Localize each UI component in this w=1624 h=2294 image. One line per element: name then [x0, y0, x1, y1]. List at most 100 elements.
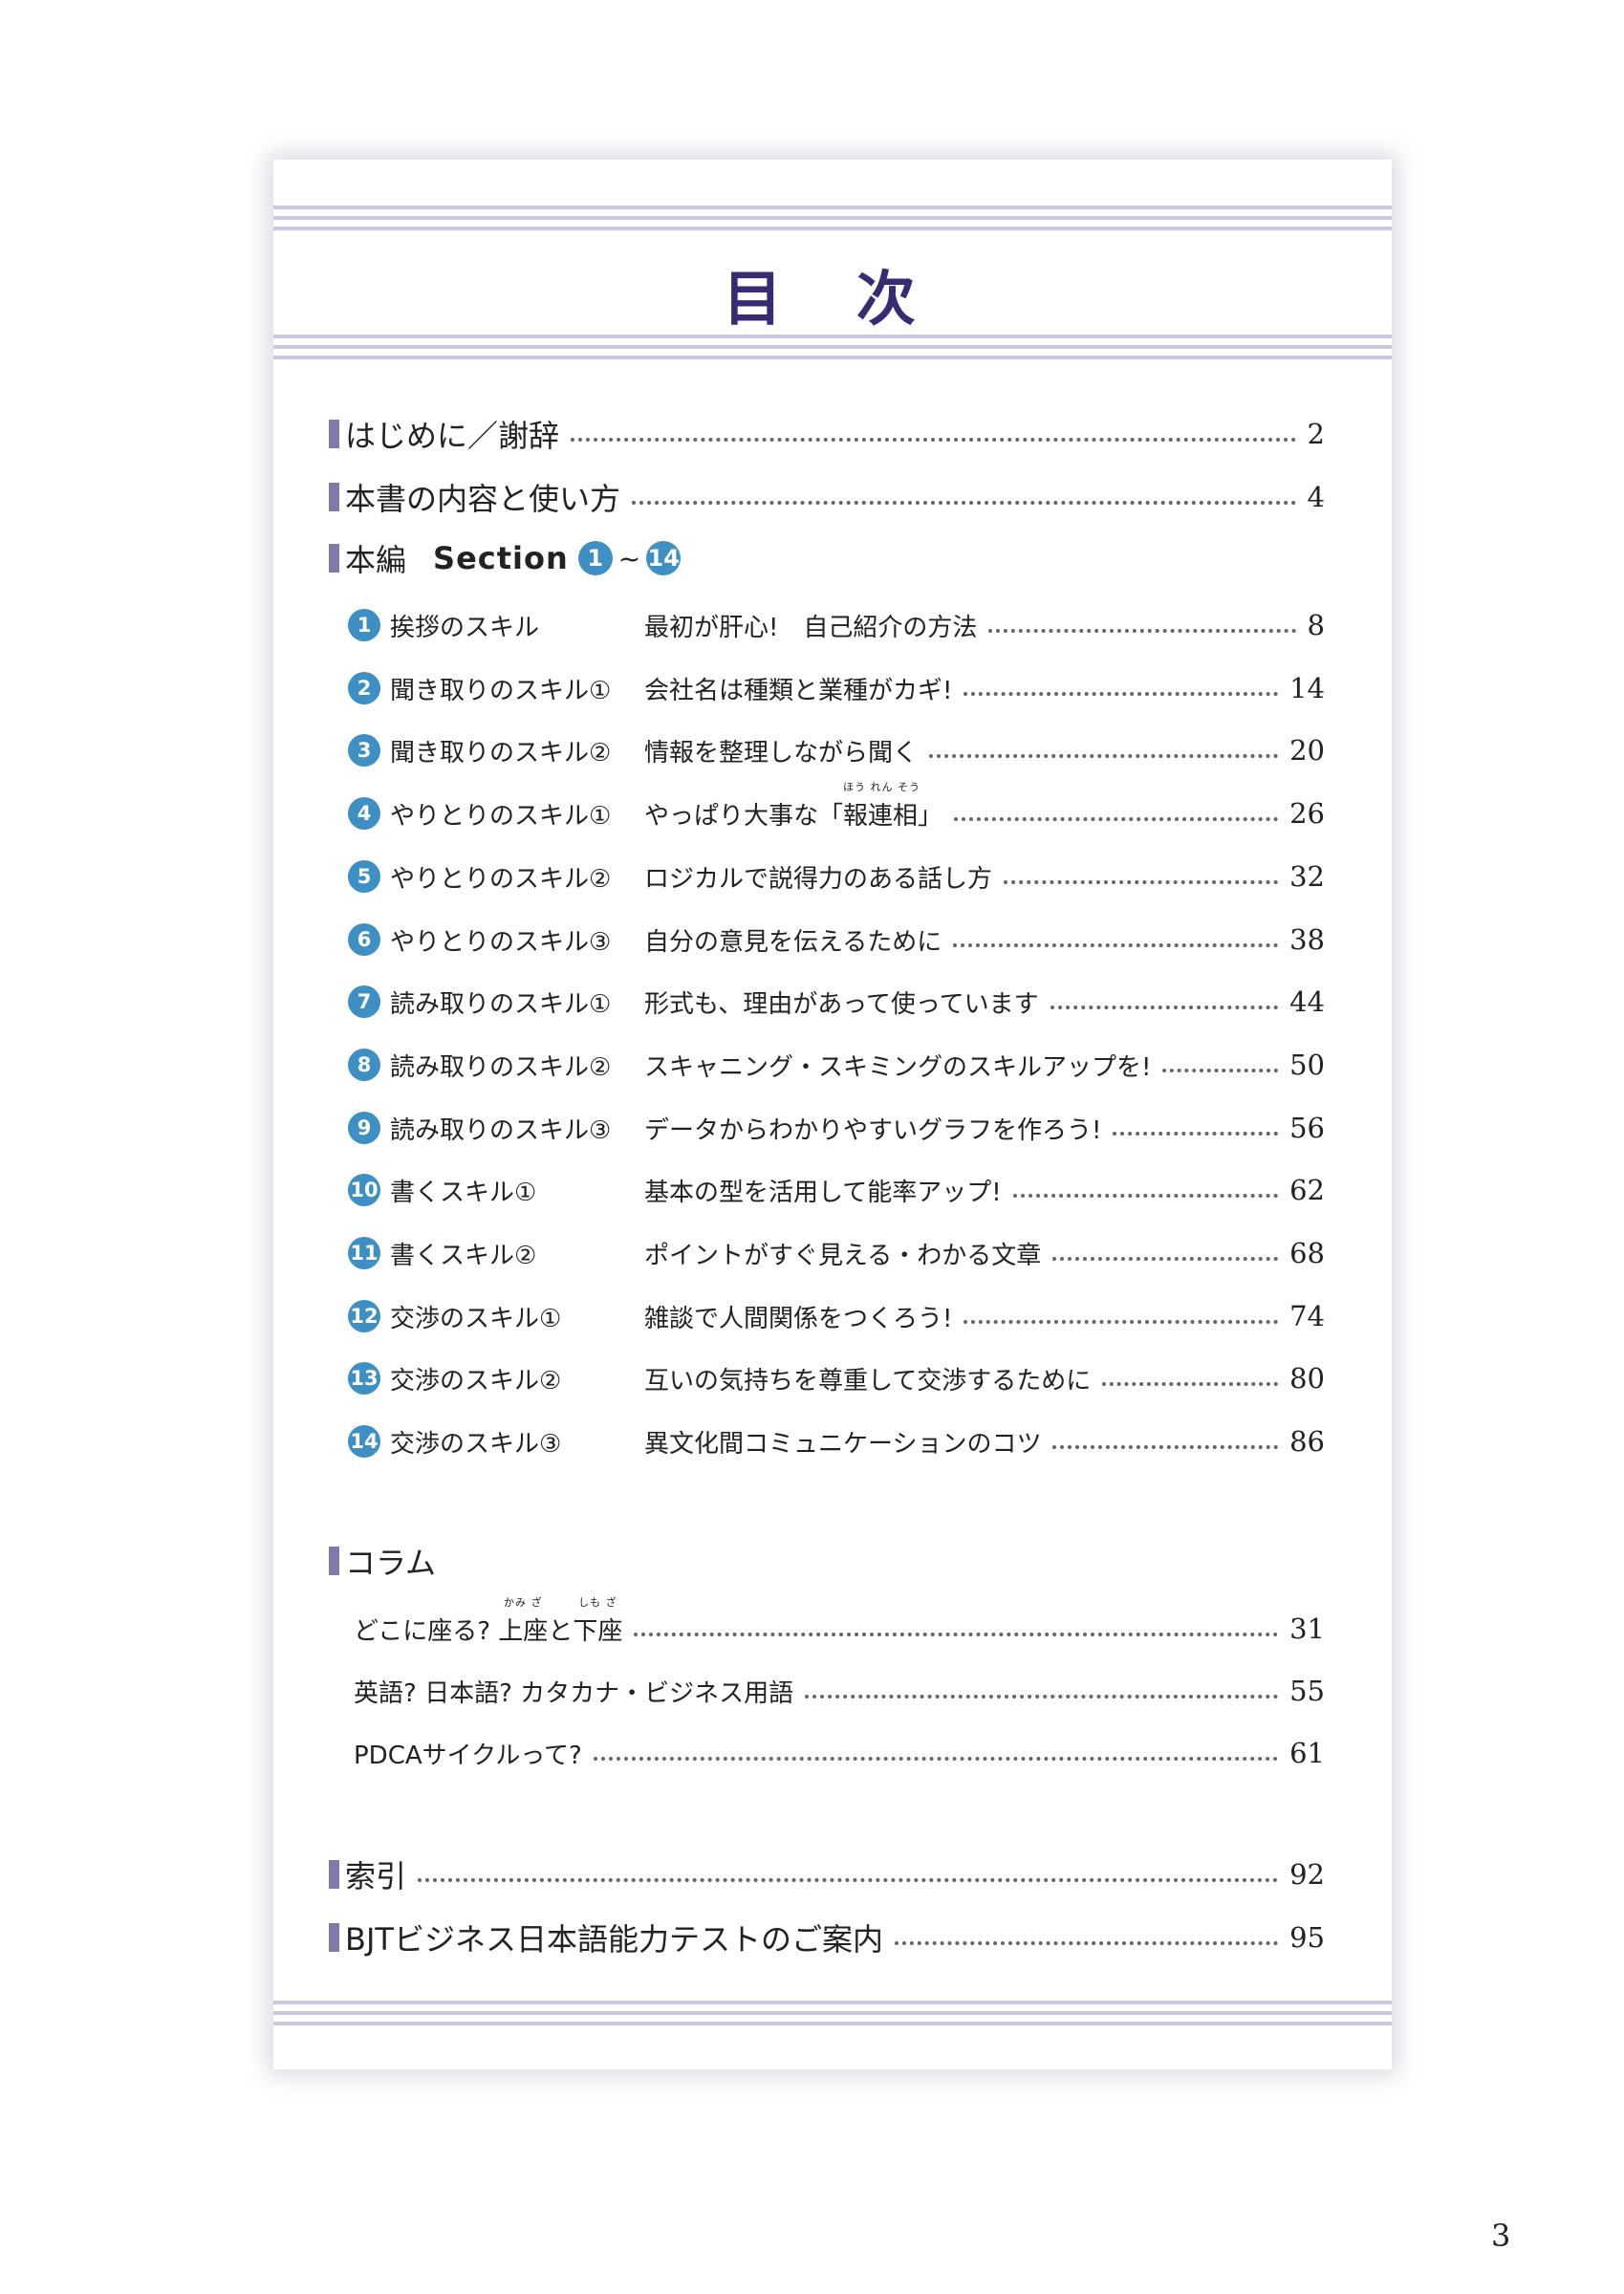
leader-dots	[954, 817, 1279, 821]
leader-dots	[571, 438, 1296, 442]
number-badge-icon: 4	[348, 797, 380, 830]
leader-dots	[634, 1633, 1279, 1636]
section-description: 情報を整理しながら聞く	[644, 738, 919, 768]
toc-section-heading: 本編 Section 1 ~ 14	[329, 535, 1325, 581]
top-divider-lines	[273, 206, 1392, 230]
leader-dots	[1102, 1382, 1279, 1386]
section-skill: やりとりのスキル③	[390, 927, 612, 957]
entry-bar-marker	[329, 544, 339, 573]
section-page: 50	[1289, 1049, 1325, 1081]
section-description: 互いの気持ちを尊重して交渉するために	[644, 1366, 1092, 1396]
column-label: どこに座る? かみ ざ上座と しも ざ下座	[354, 1596, 623, 1647]
leader-dots	[632, 501, 1296, 505]
ruby-reading: かみ ざ	[504, 1595, 543, 1609]
section-description: データからわかりやすいグラフを作ろう!	[644, 1115, 1102, 1145]
section-skill: 聞き取りのスキル①	[390, 676, 612, 705]
leader-dots	[1004, 880, 1279, 884]
entry-page: 95	[1289, 1921, 1325, 1954]
toc-entry-bjt-guide[interactable]: BJTビジネス日本語能力テストのご案内 95	[329, 1915, 1325, 1960]
title-divider-lines	[273, 335, 1392, 359]
number-badge-icon: 13	[348, 1362, 380, 1395]
leader-dots	[805, 1695, 1279, 1699]
number-badge-icon: 2	[348, 672, 380, 704]
number-badge-icon: 11	[348, 1237, 380, 1269]
toc-entry-intro[interactable]: はじめに／謝辞 2	[329, 411, 1325, 457]
entry-label: はじめに／謝辞	[345, 418, 560, 454]
leader-dots	[1052, 1257, 1279, 1261]
section-description: 基本の型を活用して能率アップ!	[644, 1178, 1002, 1207]
number-badge-icon: 14	[646, 541, 682, 575]
section-description: 異文化間コミュニケーションのコツ	[644, 1429, 1042, 1459]
toc-section-row[interactable]: 3 聞き取りのスキル② 情報を整理しながら聞く 20	[348, 731, 1325, 769]
section-page: 62	[1289, 1174, 1325, 1206]
leader-dots	[1052, 1445, 1279, 1449]
number-badge-icon: 1	[577, 541, 613, 575]
leader-dots	[1113, 1132, 1279, 1136]
leader-dots	[894, 1941, 1279, 1945]
entry-label: 本書の内容と使い方	[345, 481, 621, 517]
page-number: 3	[1491, 2218, 1511, 2254]
section-skill: 聞き取りのスキル②	[390, 738, 612, 768]
section-skill: 交渉のスキル③	[390, 1429, 562, 1459]
toc-section-row[interactable]: 7 読み取りのスキル① 形式も、理由があって使っています 44	[348, 983, 1325, 1021]
section-description: 自分の意見を伝えるために	[644, 927, 942, 957]
toc-column-row[interactable]: PDCAサイクルって? 61	[354, 1734, 1325, 1772]
section-skill: やりとりのスキル①	[390, 801, 612, 831]
number-badge-icon: 1	[348, 609, 380, 641]
column-page: 61	[1289, 1737, 1325, 1769]
number-badge-icon: 14	[348, 1425, 380, 1458]
leader-dots	[929, 754, 1279, 758]
entry-page: 92	[1289, 1858, 1325, 1891]
toc-entry-usage[interactable]: 本書の内容と使い方 4	[329, 474, 1325, 520]
number-badge-icon: 9	[348, 1112, 380, 1144]
section-range-tilde: ~	[617, 542, 641, 574]
toc-section-row[interactable]: 12 交渉のスキル① 雑談で人間関係をつくろう! 74	[348, 1297, 1325, 1335]
page-title: 目 次	[723, 264, 942, 334]
ruby-reading: しも ざ	[578, 1595, 617, 1609]
section-skill: やりとりのスキル②	[390, 864, 612, 894]
section-page: 38	[1289, 923, 1325, 956]
leader-dots	[964, 692, 1279, 696]
section-page: 80	[1289, 1362, 1325, 1395]
section-description: スキャニング・スキミングのスキルアップを!	[644, 1052, 1152, 1082]
entry-bar-marker	[329, 1923, 339, 1952]
leader-dots	[418, 1878, 1279, 1882]
section-skill: 書くスキル①	[390, 1178, 537, 1207]
toc-section-row[interactable]: 13 交渉のスキル② 互いの気持ちを尊重して交渉するために 80	[348, 1359, 1325, 1397]
bottom-divider-lines	[273, 2001, 1392, 2025]
entry-bar-marker	[329, 420, 339, 448]
section-description: ポイントがすぐ見える・わかる文章	[644, 1241, 1042, 1270]
toc-section-row[interactable]: 14 交渉のスキル③ 異文化間コミュニケーションのコツ 86	[348, 1422, 1325, 1461]
toc-entry-index[interactable]: 索引 92	[329, 1851, 1325, 1897]
number-badge-icon: 5	[348, 860, 380, 893]
toc-section-row[interactable]: 4 やりとりのスキル① やっぱり大事な「 ほう れん そう 報連相」 26	[348, 781, 1325, 833]
number-badge-icon: 6	[348, 923, 380, 956]
toc-column-row[interactable]: 英語? 日本語? カタカナ・ビジネス用語 55	[354, 1672, 1325, 1710]
entry-bar-marker	[329, 1547, 339, 1575]
toc-section-row[interactable]: 2 聞き取りのスキル① 会社名は種類と業種がカギ! 14	[348, 669, 1325, 707]
entry-bar-marker	[329, 483, 339, 511]
toc-section-row[interactable]: 10 書くスキル① 基本の型を活用して能率アップ! 62	[348, 1171, 1325, 1209]
entry-bar-marker	[329, 1860, 339, 1889]
section-heading-word: Section	[433, 540, 569, 576]
section-description: 最初が肝心! 自己紹介の方法	[644, 613, 978, 642]
ruby-base: 下座	[573, 1616, 623, 1646]
toc-section-row[interactable]: 5 やりとりのスキル② ロジカルで説得力のある話し方 32	[348, 857, 1325, 896]
section-skill: 読み取りのスキル②	[390, 1052, 612, 1082]
toc-section-row[interactable]: 8 読み取りのスキル② スキャニング・スキミングのスキルアップを! 50	[348, 1046, 1325, 1084]
section-skill: 挨拶のスキル	[390, 613, 540, 642]
number-badge-icon: 10	[348, 1174, 380, 1206]
entry-page: 4	[1307, 481, 1325, 513]
toc-section-row[interactable]: 1 挨拶のスキル 最初が肝心! 自己紹介の方法 8	[348, 606, 1325, 644]
leader-dots	[1162, 1069, 1279, 1072]
leader-dots	[1012, 1194, 1279, 1198]
toc-section-row[interactable]: 6 やりとりのスキル③ 自分の意見を伝えるために 38	[348, 920, 1325, 959]
column-page: 31	[1289, 1612, 1325, 1645]
toc-section-row[interactable]: 9 読み取りのスキル③ データからわかりやすいグラフを作ろう! 56	[348, 1109, 1325, 1147]
ruby-base: 上座	[498, 1616, 549, 1646]
section-heading-label: 本編	[345, 542, 407, 578]
column-text-mid: と	[548, 1616, 574, 1646]
toc-column-row[interactable]: どこに座る? かみ ざ上座と しも ざ下座 31	[354, 1596, 1325, 1648]
toc-section-row[interactable]: 11 書くスキル② ポイントがすぐ見える・わかる文章 68	[348, 1234, 1325, 1272]
column-heading-label: コラム	[345, 1545, 437, 1581]
